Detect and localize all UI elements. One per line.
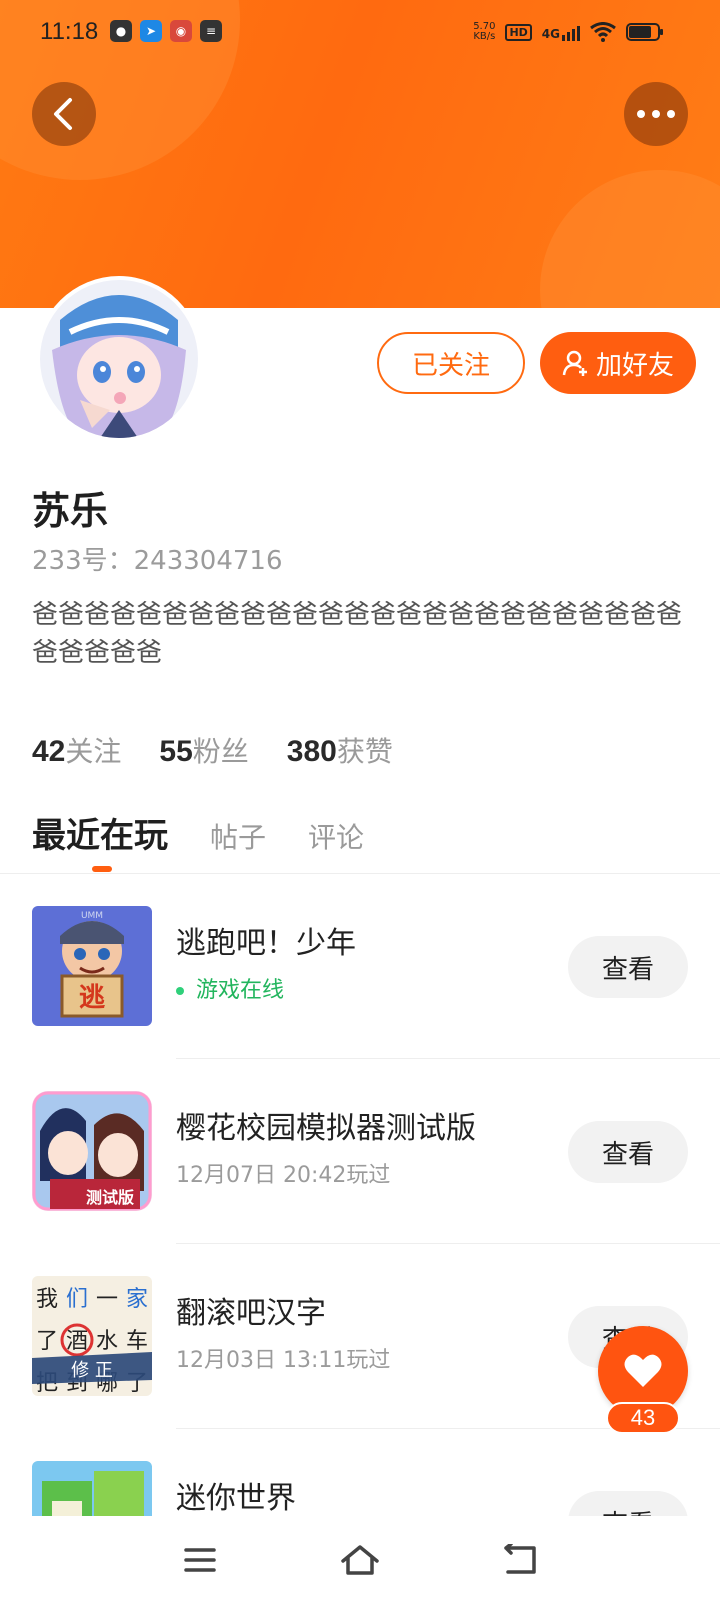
avatar[interactable] xyxy=(36,276,202,442)
home-icon xyxy=(341,1545,379,1575)
followed-button[interactable]: 已关注 xyxy=(377,332,525,394)
home-button[interactable] xyxy=(336,1536,384,1584)
stat-likes[interactable]: 380获赞 xyxy=(287,730,393,770)
back-icon xyxy=(504,1544,536,1574)
active-tab-indicator xyxy=(92,866,112,872)
game-title: 樱花校园模拟器测试版 xyxy=(176,1111,476,1146)
hanzi-banner-text: 修 正 xyxy=(71,1360,113,1381)
telegram-icon: ➤ xyxy=(140,20,162,42)
status-bar: 11:18 ● ➤ ◉ ≡ 5.70 KB/s HD 4G xyxy=(0,0,720,66)
sakura-badge-text: 测试版 xyxy=(86,1188,134,1207)
calendar-icon: ≡ xyxy=(200,20,222,42)
net-speed-unit: KB/s xyxy=(473,31,496,42)
add-friend-label: 加好友 xyxy=(595,350,674,381)
svg-text:我: 我 xyxy=(36,1287,58,1312)
game-title: 逃跑吧！少年 xyxy=(176,926,356,961)
tab-recently-played[interactable]: 最近在玩 xyxy=(32,808,168,857)
stat-following[interactable]: 42关注 xyxy=(32,730,121,770)
more-button[interactable] xyxy=(624,82,688,146)
list-item[interactable]: 逃 UMM 逃跑吧！少年 游戏在线 查看 xyxy=(0,874,720,1059)
hd-icon: HD xyxy=(505,23,532,41)
wifi-icon xyxy=(590,22,616,42)
svg-text:们: 们 xyxy=(66,1287,88,1312)
stat-label: 粉丝 xyxy=(192,735,249,768)
game-icon-mini-world xyxy=(32,1461,152,1516)
avatar-image xyxy=(40,280,198,438)
profile-tabs: 最近在玩 帖子 评论 xyxy=(32,808,364,857)
menu-icon xyxy=(184,1548,216,1572)
list-item[interactable]: 迷你世界 查看 xyxy=(0,1429,720,1516)
game-icon-hanzi: 我 们 一 家 了 酒 水 车 把 到 哪 了 修 正 xyxy=(32,1276,152,1396)
game-title: 迷你世界 xyxy=(176,1481,296,1516)
game-title: 翻滚吧汉字 xyxy=(176,1296,326,1331)
game-last-played: 12月07日 20:42玩过 xyxy=(176,1163,391,1188)
menu-button[interactable] xyxy=(176,1536,224,1584)
svg-text:水: 水 xyxy=(96,1329,118,1354)
tab-comments[interactable]: 评论 xyxy=(308,816,364,856)
game-status: 游戏在线 xyxy=(176,972,284,1004)
wechat-icon: ● xyxy=(110,20,132,42)
nav-back-button[interactable] xyxy=(496,1536,544,1584)
back-button[interactable] xyxy=(32,82,96,146)
svg-text:一: 一 xyxy=(96,1287,118,1312)
system-indicators: 5.70 KB/s HD 4G xyxy=(473,22,663,42)
view-button[interactable]: 查看 xyxy=(568,1121,688,1183)
list-item[interactable]: 测试版 樱花校园模拟器测试版 12月07日 20:42玩过 查看 xyxy=(0,1059,720,1244)
header-decoration xyxy=(540,170,720,308)
game-icon-sakura: 测试版 xyxy=(32,1091,152,1211)
stat-value: 42 xyxy=(32,735,66,768)
view-button[interactable]: 查看 xyxy=(568,1491,688,1516)
online-dot-icon xyxy=(176,987,184,995)
notification-icons: ● ➤ ◉ ≡ xyxy=(110,20,222,42)
svg-text:车: 车 xyxy=(126,1329,148,1354)
svg-text:家: 家 xyxy=(126,1287,148,1312)
escape-sign-text: 逃 xyxy=(79,983,105,1013)
stat-fans[interactable]: 55粉丝 xyxy=(159,730,248,770)
system-navbar xyxy=(0,1516,720,1600)
user-id: 233号：243304716 xyxy=(32,546,283,576)
add-user-icon xyxy=(562,350,587,376)
stat-label: 获赞 xyxy=(336,735,393,768)
game-last-played: 12月03日 13:11玩过 xyxy=(176,1348,391,1373)
stat-value: 55 xyxy=(159,735,193,768)
user-bio: 爸爸爸爸爸爸爸爸爸爸爸爸爸爸爸爸爸爸爸爸爸爸爸爸爸爸爸爸爸爸 xyxy=(32,600,683,668)
profile-stats: 42关注 55粉丝 380获赞 xyxy=(32,730,393,770)
game-status-text: 游戏在线 xyxy=(196,978,285,1003)
stat-value: 380 xyxy=(286,735,337,768)
chevron-left-icon xyxy=(54,98,72,130)
status-time: 11:18 xyxy=(40,18,99,45)
umm-label: UMM xyxy=(81,911,103,921)
network-type: 4G xyxy=(541,27,560,41)
view-button[interactable]: 查看 xyxy=(568,936,688,998)
like-count: 43 xyxy=(606,1402,680,1434)
svg-text:了: 了 xyxy=(36,1329,58,1354)
net-speed: 5.70 KB/s xyxy=(473,22,495,42)
user-name: 苏乐 xyxy=(32,489,109,533)
red-app-icon: ◉ xyxy=(170,20,192,42)
more-dots-icon xyxy=(637,110,675,118)
svg-text:酒: 酒 xyxy=(66,1329,88,1354)
game-icon-escape: 逃 UMM xyxy=(32,906,152,1026)
tab-posts[interactable]: 帖子 xyxy=(210,816,266,856)
add-friend-button[interactable]: 加好友 xyxy=(540,332,696,394)
heart-icon xyxy=(624,1354,662,1387)
battery-icon xyxy=(626,23,663,41)
signal-icon: 4G xyxy=(542,23,580,41)
stat-label: 关注 xyxy=(65,735,122,768)
